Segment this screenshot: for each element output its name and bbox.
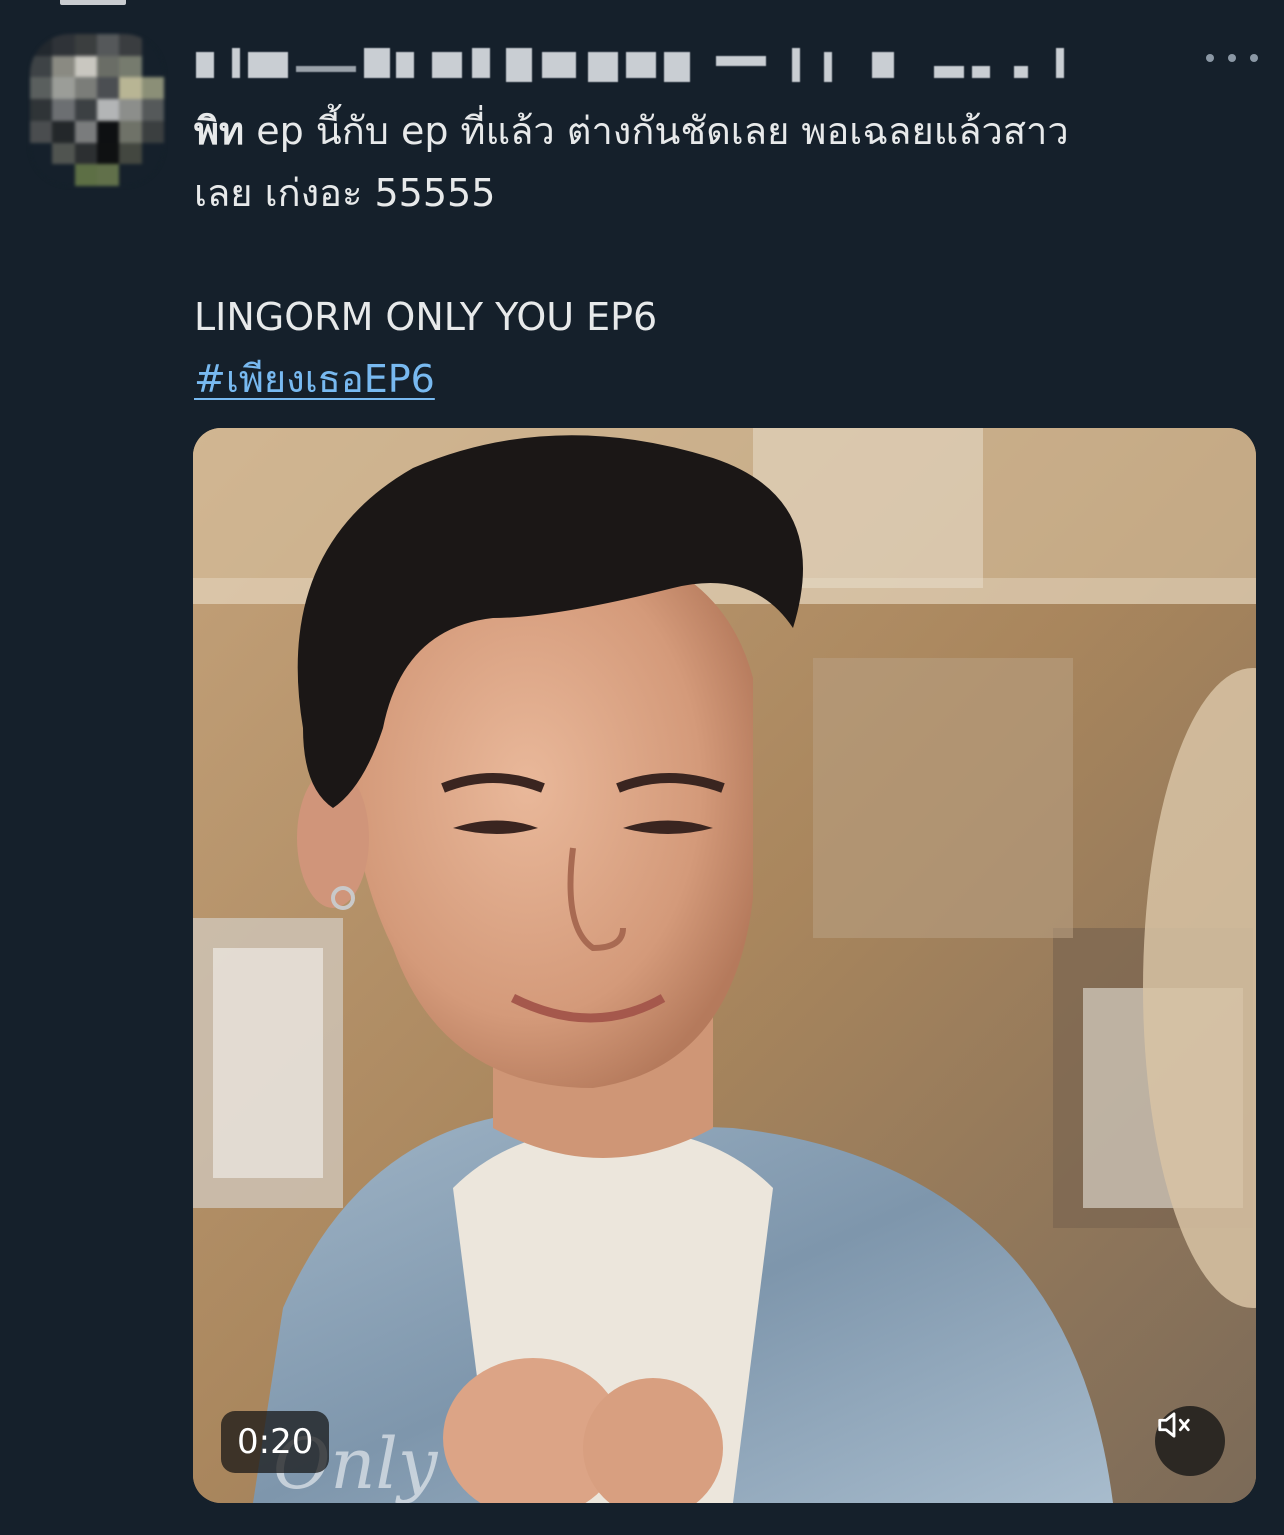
tweet-text-line-1: พิท ep นี้กับ ep ที่แล้ว ต่างกันชัดเลย พ…: [194, 100, 1254, 162]
video-timestamp: 0:20: [221, 1411, 330, 1473]
tweet-text-line-2: เลย เก่งอะ 55555: [194, 171, 496, 215]
display-name-redacted[interactable]: [196, 44, 1076, 84]
video-frame: Only: [193, 428, 1256, 1503]
tweet[interactable]: พิท ep นี้กับ ep ที่แล้ว ต่างกันชัดเลย พ…: [0, 0, 1284, 1535]
more-horizontal-icon[interactable]: [1206, 46, 1258, 70]
hashtag-link[interactable]: #เพียงเธอEP6: [194, 357, 435, 401]
tweet-text-line-1-rest: ep นี้กับ ep ที่แล้ว ต่างกันชัดเลย พอเฉล…: [244, 109, 1069, 153]
video-player[interactable]: Only 0:20: [193, 428, 1256, 1503]
tweet-text-bold: พิท: [194, 109, 245, 153]
tweet-text: พิท ep นี้กับ ep ที่แล้ว ต่างกันชัดเลย พ…: [194, 100, 1254, 410]
tweet-text-line-3: LINGORM ONLY YOU EP6: [194, 295, 658, 339]
tweet-text-spacer: [194, 224, 1254, 286]
volume-muted-icon[interactable]: [1155, 1406, 1225, 1476]
avatar[interactable]: [30, 34, 164, 186]
